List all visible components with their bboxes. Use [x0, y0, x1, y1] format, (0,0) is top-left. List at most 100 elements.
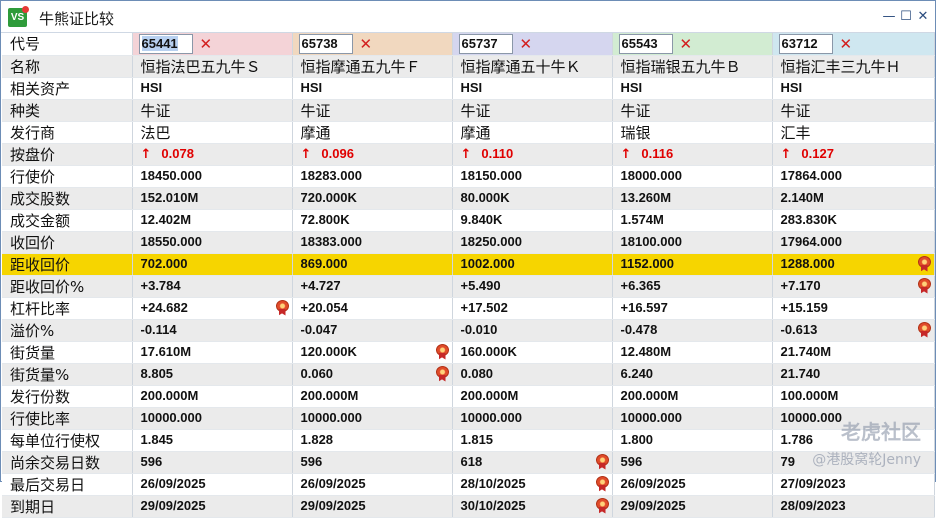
table-cell: 12.402M	[132, 209, 293, 232]
cell-value: 12.402M	[140, 212, 192, 227]
cell-value: HSI	[460, 80, 483, 95]
table-cell: 10000.000	[612, 407, 773, 430]
row-label: 代号	[2, 33, 133, 56]
cell-value: 200.000M	[460, 388, 519, 403]
cell-value: 18150.000	[460, 168, 522, 183]
comparison-table: 代号 65441 ✕ 65738 ✕ 65737 ✕ 65543 ✕ 63712 ✕ 名称 恒指法巴五九…	[2, 33, 935, 518]
cell-value: 18283.000	[300, 168, 362, 183]
cell-value: 1.786	[780, 432, 814, 447]
code-value: 63712	[781, 36, 818, 51]
table-cell: 12.480M	[612, 341, 773, 364]
table-cell: 28/09/2023	[772, 495, 935, 518]
cell-value: 0.110	[481, 146, 514, 161]
table-cell: +15.159	[772, 297, 935, 320]
remove-warrant-icon[interactable]: ✕	[840, 35, 853, 53]
table-cell: 29/09/2025	[292, 495, 453, 518]
code-input[interactable]: 63712	[778, 34, 833, 54]
table-cell: +5.490	[452, 275, 613, 298]
table-cell: 29/09/2025	[612, 495, 773, 518]
remove-warrant-icon[interactable]: ✕	[200, 35, 213, 53]
table-cell: 17864.000	[772, 165, 935, 188]
cell-value: -0.613	[780, 322, 818, 337]
table-row: 发行份数 200.000M 200.000M 200.000M 200.000M 100.…	[2, 385, 935, 408]
cell-value: +15.159	[780, 300, 828, 315]
code-value: 65738	[301, 36, 338, 51]
table-cell: 200.000M	[452, 385, 613, 408]
table-row: 行使价 18450.000 18283.000 18150.000 18000.000 1…	[2, 165, 935, 188]
table-cell: -0.047	[292, 319, 453, 342]
table-cell: 摩通	[452, 121, 613, 144]
code-cell: 65441 ✕	[132, 33, 293, 56]
cell-value: 17.610M	[140, 344, 192, 359]
cell-value: 28/10/2025	[460, 476, 526, 491]
cell-value: 596	[140, 454, 163, 469]
code-value: 65441	[141, 36, 178, 51]
table-row: 发行商 法巴 摩通 摩通 瑞银 汇丰	[2, 121, 935, 144]
remove-warrant-icon[interactable]: ✕	[680, 35, 693, 53]
code-input[interactable]: 65738	[298, 34, 353, 54]
minimize-icon[interactable]: —	[881, 9, 897, 25]
cell-value: 法巴	[140, 123, 171, 142]
row-label: 收回价	[2, 231, 133, 254]
table-cell: 28/10/2025	[452, 473, 613, 496]
row-label: 街货量	[2, 341, 133, 364]
table-cell: 2.140M	[772, 187, 935, 210]
cell-value: +3.784	[140, 278, 181, 293]
cell-value: 牛证	[140, 101, 171, 120]
cell-value: -0.114	[140, 322, 177, 337]
cell-value: 恒指摩通五九牛Ｆ	[300, 57, 421, 76]
table-row: 距收回价% +3.784 +4.727 +5.490 +6.365 +7.170	[2, 275, 935, 298]
cell-value: 618	[460, 454, 483, 469]
table-cell: +7.170	[772, 275, 935, 298]
code-cell: 65737 ✕	[452, 33, 613, 56]
close-icon[interactable]: ✕	[915, 9, 931, 25]
cell-value: 152.010M	[140, 190, 199, 205]
table-cell: 1288.000	[772, 253, 935, 276]
cell-value: 18250.000	[460, 234, 522, 249]
cell-value: 21.740	[780, 366, 821, 381]
table-cell: 18283.000	[292, 165, 453, 188]
cell-value: 1288.000	[780, 256, 835, 271]
table-cell: 瑞银	[612, 121, 773, 144]
table-row: 种类 牛证 牛证 牛证 牛证 牛证	[2, 99, 935, 122]
window-title: 牛熊证比较	[39, 10, 115, 28]
cell-value: 10000.000	[620, 410, 682, 425]
table-cell: 26/09/2025	[132, 473, 293, 496]
table-row: 成交股数 152.010M 720.000K 80.000K 13.260M 2.140M	[2, 187, 935, 210]
table-cell: HSI	[452, 77, 613, 100]
table-cell: 恒指摩通五九牛Ｆ	[292, 55, 453, 78]
cell-value: 13.260M	[620, 190, 672, 205]
row-label: 名称	[2, 55, 133, 78]
code-input[interactable]: 65441	[138, 34, 193, 54]
cell-value: 1002.000	[460, 256, 515, 271]
maximize-icon[interactable]: ☐	[898, 9, 914, 25]
cell-value: +24.682	[140, 300, 188, 315]
cell-value: 1.845	[140, 432, 174, 447]
table-cell: +16.597	[612, 297, 773, 320]
cell-value: 0.096	[321, 146, 354, 161]
code-input[interactable]: 65543	[618, 34, 673, 54]
table-cell: +6.365	[612, 275, 773, 298]
cell-value: 10000.000	[780, 410, 842, 425]
table-cell: -0.478	[612, 319, 773, 342]
table-cell: 0.080	[452, 363, 613, 386]
cell-value: +5.490	[460, 278, 501, 293]
code-cell: 63712 ✕	[772, 33, 935, 56]
table-cell: 17964.000	[772, 231, 935, 254]
row-label: 距收回价%	[2, 275, 133, 298]
table-cell: +24.682	[132, 297, 293, 320]
remove-warrant-icon[interactable]: ✕	[520, 35, 533, 53]
row-label: 种类	[2, 99, 133, 122]
cell-value: 29/09/2025	[620, 498, 686, 513]
table-cell: 17.610M	[132, 341, 293, 364]
up-arrow-icon: ↑	[300, 147, 312, 162]
cell-value: 恒指摩通五十牛Ｋ	[460, 57, 581, 76]
table-cell: 牛证	[292, 99, 453, 122]
code-input[interactable]: 65737	[458, 34, 513, 54]
remove-warrant-icon[interactable]: ✕	[360, 35, 373, 53]
warrant-compare-window: VS 牛熊证比较 — ☐ ✕ 代号 65441 ✕ 65738 ✕ 65737 ✕ 65543…	[0, 0, 936, 518]
cell-value: 200.000M	[620, 388, 679, 403]
award-medal-icon	[595, 475, 609, 492]
table-cell: 160.000K	[452, 341, 613, 364]
cell-value: 12.480M	[620, 344, 672, 359]
